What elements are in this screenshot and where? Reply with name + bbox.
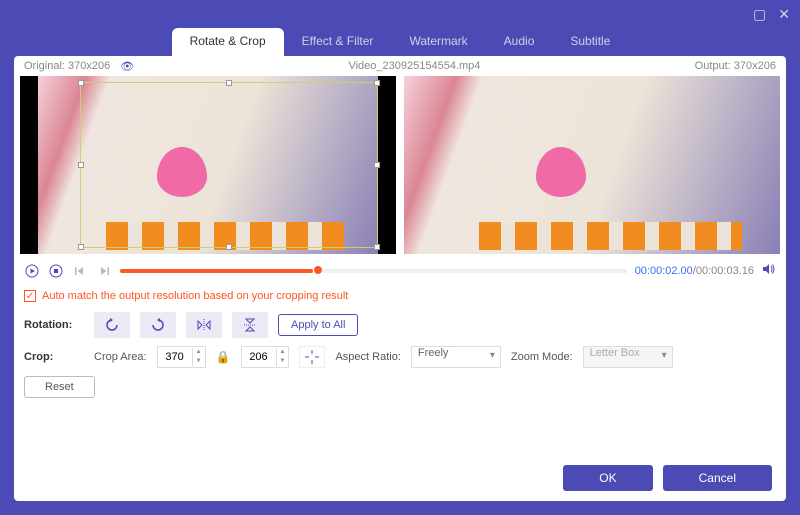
width-up-icon[interactable]: ▲ [193,348,205,357]
center-crop-button[interactable] [299,346,325,368]
crop-height-input[interactable]: ▲▼ [241,346,290,368]
ok-button[interactable]: OK [563,465,652,491]
rotate-left-button[interactable] [94,312,130,338]
zoom-mode-select[interactable]: Letter Box [583,346,673,368]
seek-fill [120,269,313,273]
width-down-icon[interactable]: ▼ [193,357,205,366]
aspect-ratio-select[interactable]: Freely [411,346,501,368]
automatch-label: Auto match the output resolution based o… [42,290,348,302]
tab-rotate-crop[interactable]: Rotate & Crop [172,28,284,56]
output-label: Output: 370x206 [695,60,776,72]
content-panel: Original: 370x206 👁 Video_230925154554.m… [14,56,786,501]
flip-vertical-button[interactable] [232,312,268,338]
apply-to-all-button[interactable]: Apply to All [278,314,358,336]
crop-width-field[interactable] [158,351,192,363]
automatch-checkbox[interactable]: ✓ [24,290,36,302]
crop-width-input[interactable]: ▲▼ [157,346,206,368]
preview-eye-icon[interactable]: 👁 [120,60,134,73]
tab-watermark[interactable]: Watermark [391,28,485,56]
volume-icon[interactable] [762,262,776,281]
rotate-right-button[interactable] [140,312,176,338]
tab-subtitle[interactable]: Subtitle [552,28,628,56]
reset-button[interactable]: Reset [24,376,95,398]
close-icon[interactable]: ✕ [778,6,790,23]
titlebar: ▢ ✕ [0,0,800,28]
rotation-label: Rotation: [24,319,84,331]
prev-frame-button[interactable] [72,263,88,279]
tab-audio[interactable]: Audio [486,28,553,56]
seek-thumb[interactable] [313,265,323,275]
crop-label: Crop: [24,351,84,363]
seek-slider[interactable] [120,269,627,273]
crop-area-label: Crop Area: [94,351,147,363]
filename-label: Video_230925154554.mp4 [348,60,480,72]
play-button[interactable] [24,263,40,279]
flip-horizontal-button[interactable] [186,312,222,338]
aspect-lock-icon[interactable]: 🔒 [216,350,231,364]
original-image [38,76,378,254]
next-frame-button[interactable] [96,263,112,279]
footer-buttons: OK Cancel [563,465,772,491]
cancel-button[interactable]: Cancel [663,465,772,491]
stop-button[interactable] [48,263,64,279]
zoom-mode-label: Zoom Mode: [511,351,573,363]
crop-row: Crop: Crop Area: ▲▼ 🔒 ▲▼ Aspect Ratio: F… [14,342,786,372]
height-up-icon[interactable]: ▲ [277,348,289,357]
tab-bar: Rotate & Crop Effect & Filter Watermark … [0,28,800,56]
crop-height-field[interactable] [242,351,276,363]
automatch-row: ✓ Auto match the output resolution based… [14,284,786,308]
original-preview[interactable] [20,76,396,254]
playback-bar: 00:00:02.00/00:00:03.16 [14,258,786,284]
output-image [404,76,780,254]
aspect-ratio-label: Aspect Ratio: [335,351,400,363]
time-display: 00:00:02.00/00:00:03.16 [635,265,754,277]
info-bar: Original: 370x206 👁 Video_230925154554.m… [14,56,786,76]
editor-window: ▢ ✕ Rotate & Crop Effect & Filter Waterm… [0,0,800,515]
minimize-icon[interactable]: ▢ [753,6,766,23]
tab-effect-filter[interactable]: Effect & Filter [284,28,392,56]
height-down-icon[interactable]: ▼ [277,357,289,366]
preview-area [14,76,786,254]
output-preview [404,76,780,254]
reset-row: Reset [14,372,786,402]
rotation-row: Rotation: Apply to All [14,308,786,342]
original-label: Original: 370x206 [24,60,110,72]
